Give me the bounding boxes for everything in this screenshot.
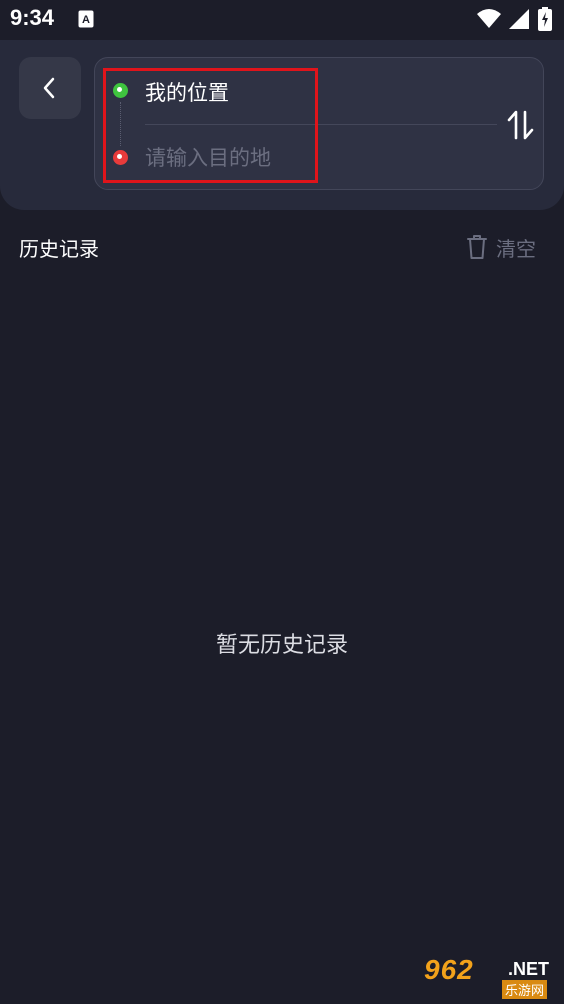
swap-route-button[interactable] <box>505 108 537 142</box>
clear-history-label: 清空 <box>496 237 536 261</box>
route-connector <box>120 102 121 146</box>
origin-field[interactable]: 我的位置 <box>145 77 229 107</box>
site-watermark-logo: 962 .NET 乐游网 <box>424 954 560 1000</box>
watermark-sub: 乐游网 <box>502 980 548 999</box>
status-time: 9:34 <box>10 5 55 30</box>
status-bar: 9:34 A <box>0 0 564 40</box>
route-divider <box>145 124 497 125</box>
watermark-suffix: .NET <box>508 959 550 979</box>
a-badge-icon: A <box>78 10 94 28</box>
clear-history-button[interactable]: 清空 <box>463 232 543 262</box>
svg-text:A: A <box>82 14 90 26</box>
origin-dot <box>113 83 128 98</box>
back-button[interactable] <box>19 57 81 119</box>
trash-icon <box>467 235 487 259</box>
destination-input[interactable] <box>145 141 485 175</box>
empty-history-message: 暂无历史记录 <box>215 633 348 658</box>
chevron-left-icon <box>43 77 55 99</box>
destination-dot <box>113 150 128 165</box>
watermark-brand: 962 <box>424 954 474 985</box>
history-title: 历史记录 <box>19 237 99 261</box>
swap-vertical-icon <box>507 110 534 140</box>
